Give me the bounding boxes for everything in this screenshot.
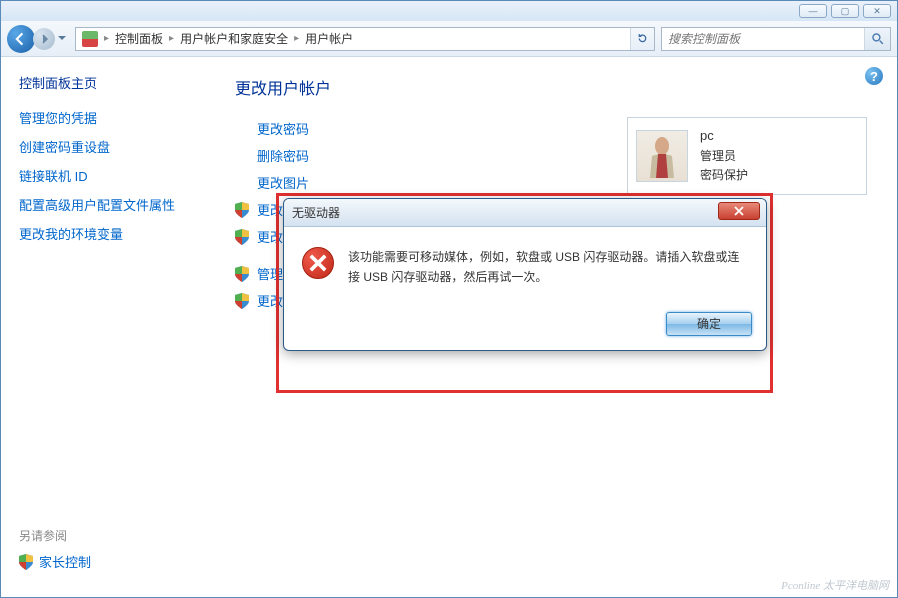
watermark: Pconline 太平洋电脑网 [781,577,889,593]
dialog-message: 该功能需要可移动媒体，例如，软盘或 USB 闪存驱动器。请插入软盘或连接 USB… [348,247,748,288]
sidebar-link[interactable]: 更改我的环境变量 [19,224,192,243]
sidebar-footer-link[interactable]: 家长控制 [19,552,192,571]
search-box[interactable] [661,27,891,51]
ok-button[interactable]: 确定 [666,312,752,336]
address-bar[interactable]: ▸ 控制面板 ▸ 用户帐户和家庭安全 ▸ 用户帐户 [75,27,655,51]
sidebar-footer-link-label: 家长控制 [39,552,91,571]
forward-button[interactable] [33,28,55,50]
dialog-title: 无驱动器 [292,204,340,221]
shield-icon [235,293,249,309]
titlebar: — ▢ ✕ [1,1,897,21]
maximize-button[interactable]: ▢ [831,4,859,18]
refresh-button[interactable] [630,28,654,50]
dialog-body: 该功能需要可移动媒体，例如，软盘或 USB 闪存驱动器。请插入软盘或连接 USB… [284,227,766,302]
breadcrumb-item[interactable]: 控制面板 [111,30,167,47]
user-role: 管理员 [700,147,748,166]
sidebar-link[interactable]: 管理您的凭据 [19,108,192,127]
help-icon[interactable]: ? [865,67,883,85]
window-frame: — ▢ ✕ ▸ 控制面板 ▸ 用户帐户和家庭安全 ▸ 用户帐户 [0,0,898,598]
breadcrumb-sep: ▸ [292,33,301,44]
user-info: pc 管理员 密码保护 [700,126,748,185]
search-button[interactable] [864,28,890,50]
nav-buttons [7,25,69,53]
dialog-titlebar[interactable]: 无驱动器 [284,199,766,227]
control-panel-icon [82,31,98,47]
sidebar-link[interactable]: 创建密码重设盘 [19,137,192,156]
sidebar-footer: 另请参阅 家长控制 [19,527,192,581]
sidebar-home[interactable]: 控制面板主页 [19,73,192,92]
breadcrumb-item[interactable]: 用户帐户 [301,30,357,47]
error-dialog: 无驱动器 该功能需要可移动媒体，例如，软盘或 USB 闪存驱动器。请插入软盘或连… [283,198,767,351]
breadcrumb-sep: ▸ [102,33,111,44]
breadcrumb-item[interactable]: 用户帐户和家庭安全 [176,30,292,47]
nav-history-dropdown[interactable] [55,25,69,53]
minimize-button[interactable]: — [799,4,827,18]
page-title: 更改用户帐户 [235,75,873,99]
search-input[interactable] [668,32,890,46]
sidebar-link[interactable]: 配置高级用户配置文件属性 [19,195,192,214]
error-icon [302,247,334,279]
dialog-buttons: 确定 [284,302,766,350]
dialog-close-button[interactable] [718,202,760,220]
sidebar-footer-label: 另请参阅 [19,527,192,544]
shield-icon [235,266,249,282]
shield-icon [235,229,249,245]
user-pw-status: 密码保护 [700,166,748,185]
sidebar: 控制面板主页 管理您的凭据 创建密码重设盘 链接联机 ID 配置高级用户配置文件… [1,57,211,597]
shield-icon [235,202,249,218]
sidebar-link[interactable]: 链接联机 ID [19,166,192,185]
avatar [636,130,688,182]
navbar: ▸ 控制面板 ▸ 用户帐户和家庭安全 ▸ 用户帐户 [1,21,897,57]
user-name: pc [700,126,748,147]
close-button[interactable]: ✕ [863,4,891,18]
shield-icon [19,554,33,570]
back-button[interactable] [7,25,35,53]
breadcrumb-sep: ▸ [167,33,176,44]
user-card: pc 管理员 密码保护 [627,117,867,195]
